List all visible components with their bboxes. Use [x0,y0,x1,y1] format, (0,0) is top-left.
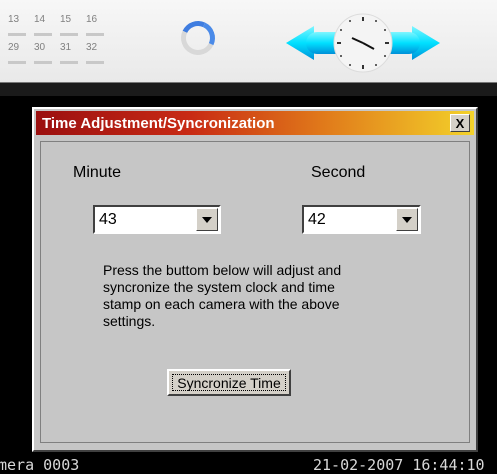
camera-number-30[interactable]: 30 [32,40,58,68]
dialog-titlebar[interactable]: Time Adjustment/Syncronization X [36,111,474,135]
world-clock-icon[interactable] [284,12,442,74]
chevron-down-icon [202,216,212,223]
camera-number-16[interactable]: 16 [84,12,110,40]
camera-number-14[interactable]: 14 [32,12,58,40]
chevron-down-icon [402,216,412,223]
separator-band [0,82,497,97]
minute-value: 43 [99,211,117,228]
camera-number-grid: 13 14 15 16 29 30 31 32 [6,12,116,68]
synchronize-time-label: Syncronize Time [172,374,286,391]
close-icon: X [455,115,465,131]
camera-name-overlay: mera 0003 [0,456,80,474]
minute-dropdown-button[interactable] [196,208,218,231]
top-toolbar: 13 14 15 16 29 30 31 32 [0,0,497,82]
second-label: Second [311,164,366,181]
loading-ring-icon [176,16,220,60]
second-dropdown-button[interactable] [396,208,418,231]
camera-number-15[interactable]: 15 [58,12,84,40]
camera-number-31[interactable]: 31 [58,40,84,68]
close-button[interactable]: X [450,114,470,132]
minute-select[interactable]: 43 [93,205,221,234]
timestamp-overlay: 21-02-2007 16:44:10 [313,456,485,474]
second-value: 42 [308,211,326,228]
second-select[interactable]: 42 [302,205,421,234]
camera-number-29[interactable]: 29 [6,40,32,68]
synchronize-time-button[interactable]: Syncronize Time [167,369,291,396]
minute-label: Minute [73,164,122,181]
instructions-text: Press the buttom below will adjust and s… [103,262,342,329]
dialog-title: Time Adjustment/Syncronization [42,115,275,132]
camera-number-13[interactable]: 13 [6,12,32,40]
camera-number-32[interactable]: 32 [84,40,110,68]
